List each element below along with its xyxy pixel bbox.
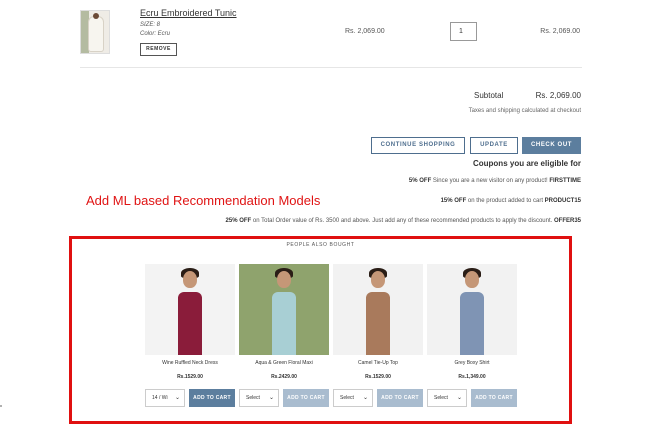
coupon-offer: 25% OFF on Total Order value of Rs. 3500…	[226, 218, 581, 224]
thumbnail-garment	[89, 17, 103, 51]
product-thumbnail[interactable]	[80, 10, 110, 54]
product-name[interactable]: Camel Tie-Up Top	[333, 360, 423, 366]
product-name[interactable]: Aqua & Green Floral Maxi	[239, 360, 329, 366]
model-head	[183, 271, 197, 288]
model-head	[277, 271, 291, 288]
product-garment	[272, 292, 296, 355]
variant-select[interactable]: 14 / Wi ⌄	[145, 389, 185, 407]
tax-note: Taxes and shipping calculated at checkou…	[468, 108, 581, 114]
recommendations-heading: PEOPLE ALSO BOUGHT	[286, 242, 355, 248]
product-image[interactable]	[145, 264, 235, 355]
coupons-title: Coupons you are eligible for	[472, 159, 581, 168]
recommendations-section: PEOPLE ALSO BOUGHT Wine Ruffled Neck Dre…	[69, 236, 572, 424]
model-head	[465, 271, 479, 288]
product-title-link[interactable]: Ecru Embroidered Tunic	[140, 8, 237, 18]
coupon-text: Since you are a new visitor on any produ…	[431, 178, 550, 184]
add-to-cart-button[interactable]: ADD TO CART	[189, 389, 235, 407]
coupon-discount: 25% OFF	[225, 218, 252, 224]
coupon-discount: 5% OFF	[408, 178, 432, 184]
coupon-text: on the product added to cart	[466, 198, 545, 204]
coupon-discount: 15% OFF	[440, 198, 467, 204]
product-garment	[460, 292, 484, 355]
variant-select[interactable]: Select ⌄	[239, 389, 279, 407]
thumbnail-background	[81, 11, 89, 53]
coupon-code: OFFER35	[553, 218, 581, 224]
update-cart-button[interactable]: UPDATE	[470, 137, 518, 154]
add-to-cart-button[interactable]: ADD TO CART	[377, 389, 423, 407]
add-to-cart-button[interactable]: ADD TO CART	[471, 389, 517, 407]
variant-select-value: Select	[246, 395, 260, 401]
chevron-down-icon: ⌄	[456, 395, 462, 401]
stray-dot	[0, 405, 2, 407]
quantity-input[interactable]: 1	[450, 22, 477, 41]
recommendation-card: Aqua & Green Floral Maxi Rs.2429.00 Sele…	[239, 264, 329, 409]
remove-button[interactable]: REMOVE	[140, 43, 177, 56]
product-price: Rs.2429.00	[271, 374, 297, 380]
recommendation-card: Grey Boxy Shirt Rs.1,349.00 Select ⌄ ADD …	[427, 264, 517, 409]
product-image[interactable]	[333, 264, 423, 355]
product-garment	[366, 292, 390, 355]
product-name[interactable]: Wine Ruffled Neck Dress	[145, 360, 235, 366]
product-price: Rs.1529.00	[177, 374, 203, 380]
product-color: Color: Ecru	[140, 31, 171, 37]
chevron-down-icon: ⌄	[268, 395, 274, 401]
product-garment	[178, 292, 202, 355]
coupon-text: on Total Order value of Rs. 3500 and abo…	[251, 218, 554, 224]
continue-shopping-button[interactable]: CONTINUE SHOPPING	[371, 137, 465, 154]
product-price: Rs.1,349.00	[458, 374, 486, 380]
subtotal-label: Subtotal	[474, 91, 504, 100]
product-image[interactable]	[239, 264, 329, 355]
recommendation-card: Camel Tie-Up Top Rs.1529.00 Select ⌄ ADD …	[333, 264, 423, 409]
thumbnail-model-head	[93, 13, 99, 19]
checkout-button[interactable]: CHECK OUT	[522, 137, 581, 154]
model-head	[371, 271, 385, 288]
coupon-offer: 5% OFF Since you are a new visitor on an…	[409, 178, 581, 184]
annotation-text: Add ML based Recommendation Models	[86, 193, 321, 208]
coupon-code: PRODUCT15	[544, 198, 581, 204]
product-price: Rs.1529.00	[365, 374, 391, 380]
chevron-down-icon: ⌄	[362, 395, 368, 401]
chevron-down-icon: ⌄	[174, 395, 180, 401]
add-to-cart-button[interactable]: ADD TO CART	[283, 389, 329, 407]
cart-line-item: Ecru Embroidered Tunic SIZE: 8 Color: Ec…	[80, 6, 582, 66]
product-image[interactable]	[427, 264, 517, 355]
product-name[interactable]: Grey Boxy Shirt	[427, 360, 517, 366]
coupon-offer: 15% OFF on the product added to cart PRO…	[441, 198, 581, 204]
variant-select[interactable]: Select ⌄	[333, 389, 373, 407]
variant-select-value: Select	[340, 395, 354, 401]
unit-price: Rs. 2,069.00	[345, 28, 385, 35]
subtotal-value: Rs. 2,069.00	[535, 91, 581, 100]
variant-select[interactable]: Select ⌄	[427, 389, 467, 407]
coupon-code: FIRSTTIME	[549, 178, 581, 184]
line-total: Rs. 2,069.00	[540, 28, 580, 35]
variant-select-value: Select	[434, 395, 448, 401]
recommendation-card: Wine Ruffled Neck Dress Rs.1529.00 14 / …	[145, 264, 235, 409]
variant-select-value: 14 / Wi	[152, 395, 168, 401]
cart-divider	[80, 67, 582, 68]
product-size: SIZE: 8	[140, 22, 161, 28]
